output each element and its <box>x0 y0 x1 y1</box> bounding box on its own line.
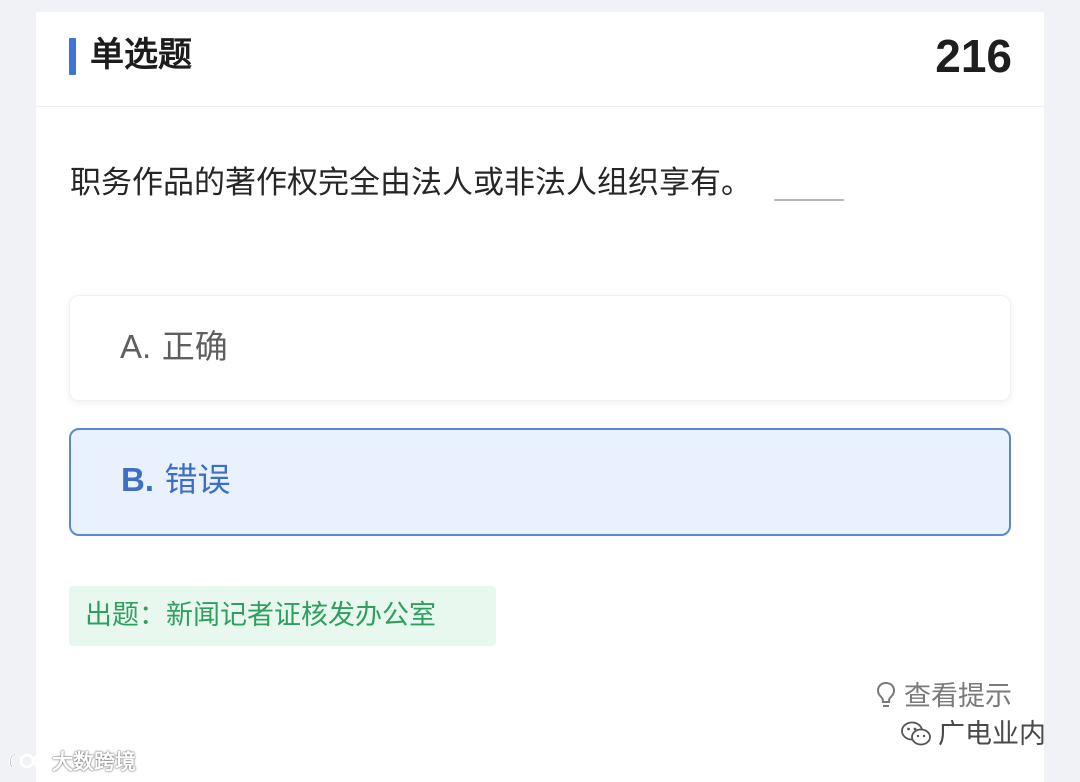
option-a[interactable]: A. 正确 <box>69 295 1011 401</box>
watermark-right-text: 广电业内 <box>938 719 1046 750</box>
brand-logo-icon <box>9 752 48 769</box>
option-b-content: B. 错误 <box>121 457 231 503</box>
question-card: 单选题 216 职务作品的著作权完全由法人或非法人组织享有。 A. 正确 B. … <box>36 12 1044 782</box>
question-type-title: 单选题 <box>90 35 192 75</box>
wechat-icon <box>901 721 931 746</box>
option-b-selected[interactable]: B. 错误 <box>69 428 1011 536</box>
answer-blank <box>774 199 844 201</box>
view-hint-button[interactable]: 查看提示 <box>876 677 1012 717</box>
hint-label: 查看提示 <box>904 681 1012 712</box>
option-b-label: 错误 <box>164 460 231 499</box>
source-text: 出题：新闻记者证核发办公室 <box>85 600 436 631</box>
question-number: 216 <box>935 30 1012 82</box>
lightbulb-icon <box>876 681 896 707</box>
question-stem: 职务作品的著作权完全由法人或非法人组织享有。 <box>70 160 844 206</box>
source-badge: 出题：新闻记者证核发办公室 <box>69 586 496 646</box>
option-a-content: A. 正确 <box>120 324 228 370</box>
question-text: 职务作品的著作权完全由法人或非法人组织享有。 <box>70 165 752 201</box>
watermark-left-text: 大数跨境 <box>52 750 136 774</box>
option-b-letter: B. <box>121 461 154 498</box>
option-a-letter: A. <box>120 328 152 365</box>
card-header: 单选题 216 <box>36 12 1044 107</box>
header-accent-bar <box>69 38 76 75</box>
option-a-label: 正确 <box>161 327 228 366</box>
